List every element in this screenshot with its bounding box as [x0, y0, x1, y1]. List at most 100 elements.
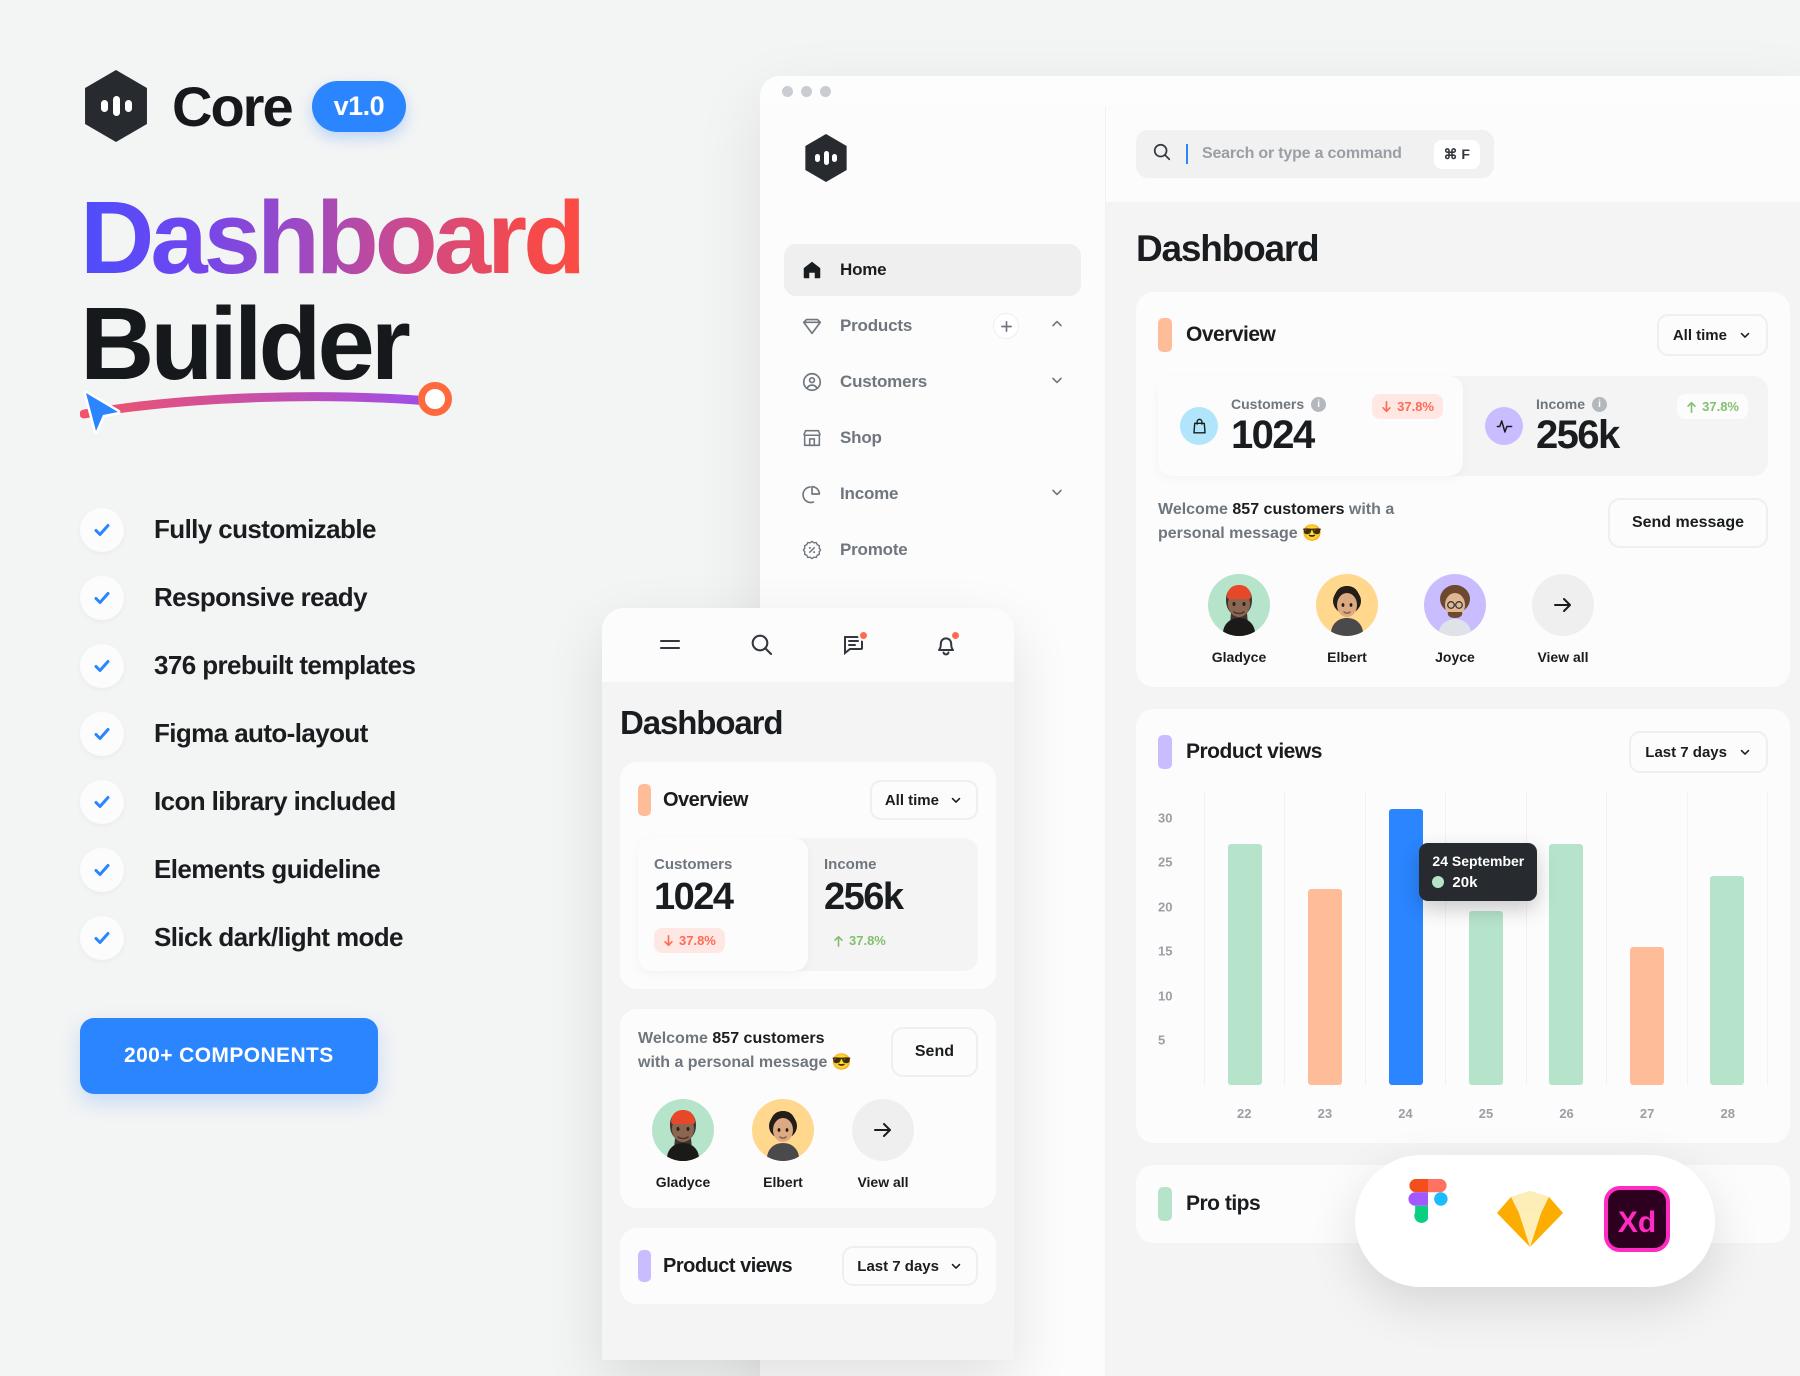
- view-all-customers[interactable]: View all: [1532, 574, 1594, 665]
- arrow-right-icon: [1532, 574, 1594, 636]
- mobile-stats: Customers 1024 37.8% Income 256k 37.8%: [638, 838, 978, 971]
- sidebar-item-customers[interactable]: Customers: [784, 356, 1081, 408]
- stat-card-customers[interactable]: Customers i 1024 37.8%: [1158, 376, 1463, 476]
- avatar-name: Elbert: [763, 1174, 803, 1190]
- sidebar-item-products[interactable]: Products: [784, 300, 1081, 352]
- chart-column[interactable]: [1204, 791, 1286, 1085]
- mobile-overview-range-select[interactable]: All time: [869, 780, 978, 820]
- avatar: [1316, 574, 1378, 636]
- check-icon: [80, 915, 124, 960]
- headline-line-2: Builder: [80, 285, 411, 401]
- page-title: Dashboard Builder: [80, 180, 700, 401]
- mobile-product-views-range-select[interactable]: Last 7 days: [842, 1246, 978, 1286]
- bag-icon: [1180, 407, 1218, 445]
- avatar-name: Joyce: [1435, 649, 1475, 665]
- figma-logo: [1400, 1178, 1456, 1264]
- search-icon[interactable]: [746, 629, 778, 661]
- status-badge: 37.8%: [654, 928, 725, 953]
- welcome-message: Welcome 857 customers with a personal me…: [1158, 498, 1458, 546]
- avatar-name: View all: [857, 1174, 909, 1190]
- mobile-stat-customers[interactable]: Customers 1024 37.8%: [638, 838, 808, 971]
- info-icon[interactable]: i: [1592, 396, 1608, 412]
- mobile-customer-avatars: Gladyce Elbert View all: [638, 1099, 978, 1190]
- feature-label: Elements guideline: [154, 854, 381, 885]
- chevron-down-icon: [1740, 749, 1750, 755]
- chevron-down-icon: [951, 1263, 961, 1269]
- user-circle-icon: [800, 370, 824, 394]
- mobile-view-all-customers[interactable]: View all: [852, 1099, 914, 1190]
- avatar-elbert[interactable]: Elbert: [1316, 574, 1378, 665]
- info-icon[interactable]: i: [1311, 396, 1327, 412]
- mobile-overview-range-value: All time: [884, 791, 939, 809]
- chart-column[interactable]: [1366, 791, 1447, 1085]
- text-cursor: [1186, 144, 1188, 164]
- avatar-gladyce[interactable]: Gladyce: [1208, 574, 1270, 665]
- underline-swoosh: [80, 381, 700, 436]
- chart-x-tick: 22: [1237, 1106, 1252, 1121]
- product-views-range-select[interactable]: Last 7 days: [1629, 731, 1768, 773]
- chart-bar[interactable]: [1549, 844, 1584, 1085]
- overview-title: Overview: [1186, 323, 1276, 346]
- window-minimize-icon[interactable]: [801, 85, 812, 97]
- chart-bar[interactable]: [1629, 946, 1664, 1085]
- chart-bar[interactable]: [1468, 911, 1503, 1085]
- window-close-icon[interactable]: [782, 85, 793, 97]
- sidebar-item-promote[interactable]: Promote: [784, 524, 1081, 576]
- mobile-product-views-range-value: Last 7 days: [857, 1257, 939, 1275]
- sidebar-item-shop[interactable]: Shop: [784, 412, 1081, 464]
- overview-range-select[interactable]: All time: [1656, 314, 1768, 356]
- product-views-accent-bar: [1158, 735, 1172, 769]
- brand-logo: Core v1.0: [80, 70, 700, 142]
- chart-column[interactable]: [1446, 791, 1527, 1085]
- overview-accent-bar: [1158, 318, 1172, 352]
- mobile-stat-income[interactable]: Income 256k 37.8%: [808, 838, 978, 971]
- mobile-send-button[interactable]: Send: [890, 1027, 978, 1077]
- adobe-xd-logo: Xd: [1603, 1185, 1670, 1257]
- chart-column[interactable]: [1688, 791, 1768, 1085]
- bell-icon[interactable]: [930, 629, 962, 661]
- chart-y-tick: 20: [1158, 899, 1173, 915]
- messages-icon[interactable]: [838, 629, 870, 661]
- chevron-down-icon[interactable]: [1049, 372, 1065, 393]
- chart-x-tick: 25: [1478, 1106, 1494, 1121]
- chart-bar[interactable]: [1308, 889, 1343, 1085]
- chevron-down-icon[interactable]: [1049, 484, 1065, 505]
- chevron-up-icon[interactable]: [1049, 316, 1065, 337]
- chart-bar[interactable]: [1710, 875, 1745, 1085]
- chart-bar[interactable]: [1227, 844, 1262, 1085]
- headline-line-1: Dashboard: [80, 180, 586, 295]
- add-product-icon[interactable]: [993, 313, 1019, 339]
- chart-y-tick: 15: [1158, 943, 1173, 959]
- notification-badge: [950, 630, 961, 641]
- chart-column[interactable]: [1285, 791, 1366, 1085]
- chart-column[interactable]: [1527, 791, 1608, 1085]
- chart-column[interactable]: [1607, 791, 1688, 1085]
- send-message-button[interactable]: Send message: [1607, 498, 1768, 548]
- sidebar-logo-icon[interactable]: [805, 134, 847, 182]
- sidebar-item-home[interactable]: Home: [784, 244, 1081, 296]
- components-cta-button[interactable]: 200+ COMPONENTS: [80, 1017, 378, 1094]
- dashboard-page: Dashboard Overview All time Customers i …: [1106, 202, 1800, 1243]
- menu-icon[interactable]: [654, 629, 686, 661]
- chart-bar[interactable]: [1388, 808, 1423, 1085]
- avatar-gladyce[interactable]: Gladyce: [652, 1099, 714, 1190]
- mobile-overview-accent-bar: [638, 784, 651, 816]
- window-titlebar: [760, 76, 1800, 106]
- sidebar-item-income[interactable]: Income: [784, 468, 1081, 520]
- welcome-count: 857 customers: [712, 1030, 825, 1047]
- cursor-ring-icon: [418, 381, 452, 416]
- diamond-icon: [800, 314, 824, 338]
- arrow-up-icon: [1687, 401, 1696, 413]
- design-tools-pill: Xd: [1355, 1155, 1715, 1287]
- avatar-elbert[interactable]: Elbert: [752, 1099, 814, 1190]
- sidebar-item-label: Home: [840, 260, 887, 279]
- home-icon: [800, 258, 824, 282]
- notification-badge: [858, 630, 869, 641]
- status-badge: 37.8%: [824, 928, 895, 953]
- avatar-joyce[interactable]: Joyce: [1424, 574, 1486, 665]
- stat-label: Income: [824, 856, 877, 873]
- search-input[interactable]: Search or type a command ⌘ F: [1136, 130, 1494, 178]
- window-maximize-icon[interactable]: [820, 85, 831, 97]
- search-shortcut-badge: ⌘ F: [1433, 139, 1480, 169]
- stat-card-income[interactable]: Income i 256k 37.8%: [1463, 376, 1768, 476]
